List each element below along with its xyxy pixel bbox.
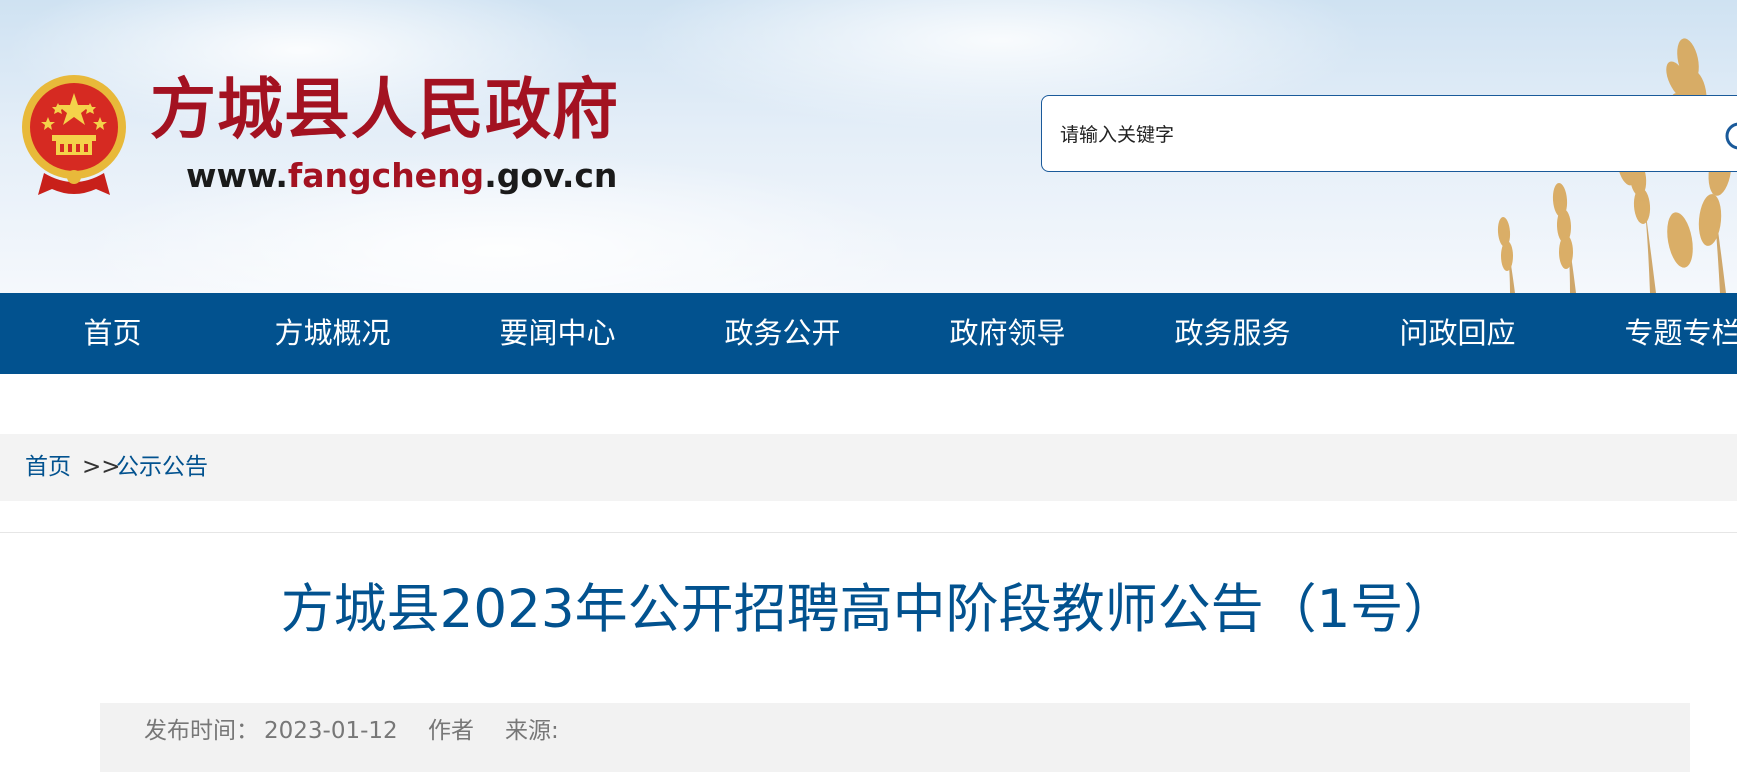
search-box: [1041, 95, 1737, 172]
nav-item-government-affairs[interactable]: 政务公开: [670, 293, 895, 374]
publish-date-label: 发布时间：: [144, 718, 259, 744]
search-input[interactable]: [1058, 118, 1622, 152]
source-label: 来源:: [505, 718, 559, 744]
breadcrumb-home-link[interactable]: 首页: [25, 434, 71, 501]
publish-date: 2023-01-12: [264, 718, 398, 744]
nav-item-inquiry-response[interactable]: 问政回应: [1345, 293, 1570, 374]
nav-item-leadership[interactable]: 政府领导: [895, 293, 1120, 374]
main-nav: 首页 方城概况 要闻中心 政务公开 政府领导 政务服务 问政回应 专题专栏: [0, 293, 1737, 374]
site-title: 方城县人民政府: [150, 70, 619, 148]
breadcrumb: 首页 >> 公示公告: [0, 434, 1737, 501]
site-url-prefix: www.: [186, 156, 288, 195]
site-url-suffix: .gov.cn: [484, 156, 618, 195]
nav-item-news-center[interactable]: 要闻中心: [445, 293, 670, 374]
site-url: www.fangcheng.gov.cn: [186, 159, 617, 192]
breadcrumb-separator: >>: [82, 454, 121, 480]
breadcrumb-current-link[interactable]: 公示公告: [116, 434, 208, 501]
nav-item-special-topics[interactable]: 专题专栏: [1570, 293, 1737, 374]
search-icon[interactable]: [1721, 118, 1737, 158]
nav-item-overview[interactable]: 方城概况: [220, 293, 445, 374]
nav-item-home[interactable]: 首页: [0, 293, 225, 374]
content-divider: [0, 532, 1737, 533]
article-title: 方城县2023年公开招聘高中阶段教师公告（1号）: [280, 579, 1457, 640]
author-label: 作者: [428, 718, 474, 744]
nav-item-services[interactable]: 政务服务: [1120, 293, 1345, 374]
header-banner: 方城县人民政府 www.fangcheng.gov.cn: [0, 0, 1737, 293]
national-emblem-icon: [22, 75, 126, 195]
site-url-highlight: fangcheng: [287, 156, 485, 195]
article-meta-bar: 发布时间： 2023-01-12 作者 来源:: [100, 703, 1690, 772]
